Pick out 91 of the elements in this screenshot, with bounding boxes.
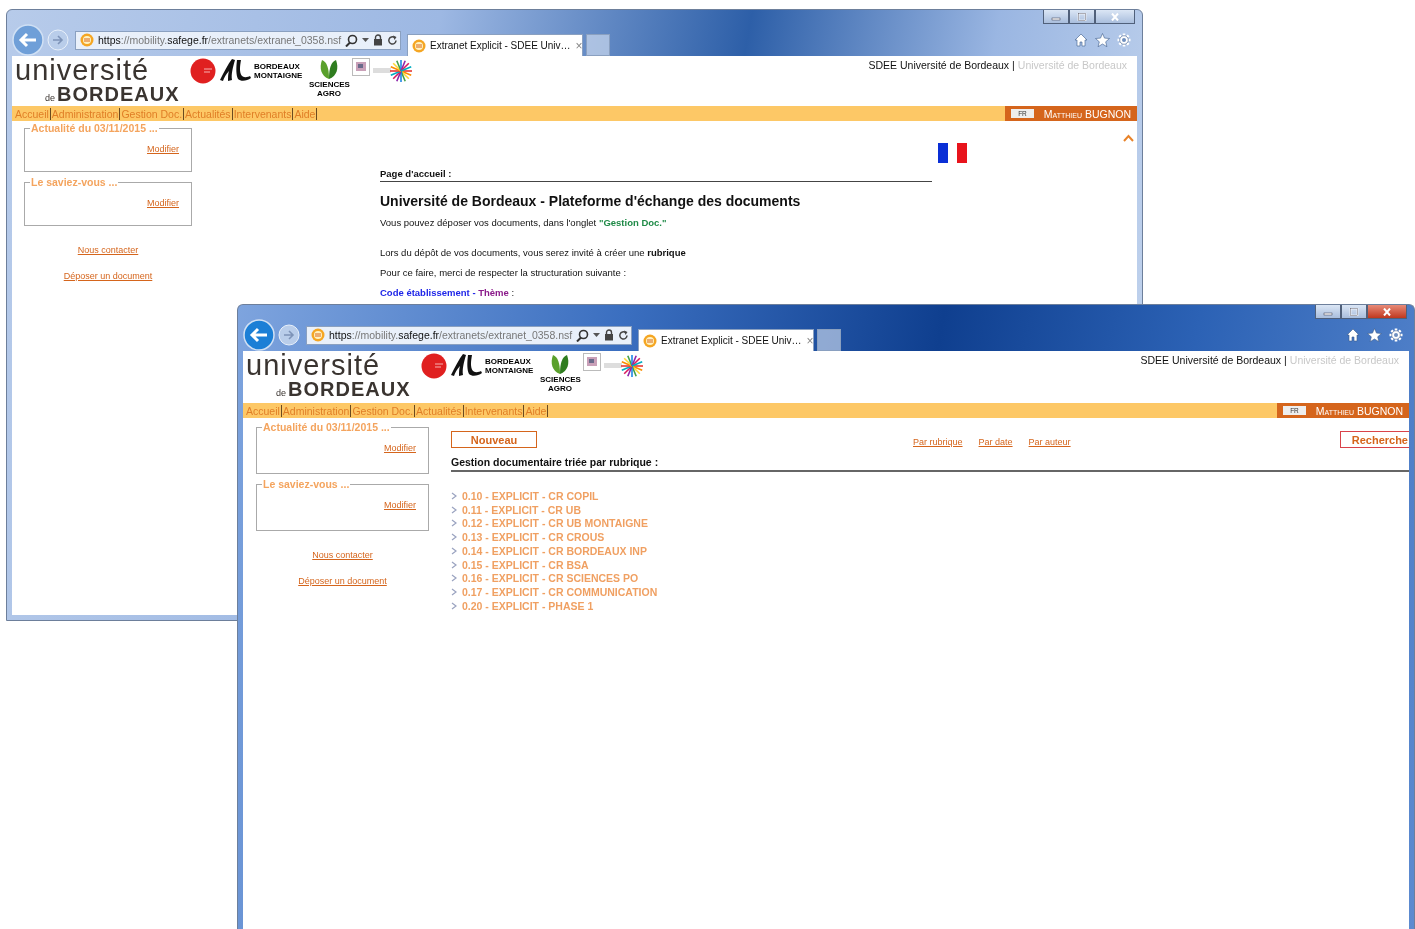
category-link[interactable]: 0.12 - EXPLICIT - CR UB MONTAIGNE [462, 517, 648, 530]
refresh-icon[interactable] [618, 329, 630, 341]
menu-item[interactable]: Accueil [14, 107, 51, 120]
menu-item[interactable]: Intervenants [232, 107, 294, 120]
menu-item[interactable]: Administration [281, 404, 352, 417]
logo-text: BORDEAUX [57, 83, 180, 105]
browser-tab[interactable]: Extranet Explicit - SDEE Univ… × [638, 329, 814, 351]
address-field[interactable]: https://mobility.safege.fr/extranets/extranet_0358.nsf [306, 325, 632, 345]
brush-logo-icon [450, 353, 482, 377]
logo-text: de [45, 93, 55, 103]
paragraph: Vous pouvez déposer vos documents, dans l'onglet "Gestion Doc." [380, 217, 668, 229]
sort-link[interactable]: Par auteur [1028, 436, 1071, 447]
sort-link[interactable]: Par rubrique [913, 436, 963, 447]
flag-icon [938, 143, 967, 163]
logo-text: SCIENCES AGRO [540, 375, 580, 393]
panel-title: Le saviez-vous ... [30, 176, 119, 188]
menu-item[interactable]: Actualités [415, 404, 464, 417]
maximize-icon [1349, 307, 1359, 316]
site-icon [80, 33, 94, 47]
home-icon[interactable] [1346, 328, 1360, 342]
menu-item[interactable]: Gestion Doc. [351, 404, 416, 417]
close-tab-button[interactable]: × [805, 333, 815, 348]
settings-icon[interactable] [1389, 328, 1403, 342]
sidebar-link[interactable]: Déposer un document [298, 576, 387, 586]
burst-logo-icon [373, 58, 413, 84]
search-icon[interactable] [576, 328, 590, 342]
category-link[interactable]: 0.17 - EXPLICIT - CR COMMUNICATION [462, 586, 658, 599]
menu-item[interactable]: Gestion Doc. [120, 107, 185, 120]
category-link[interactable]: 0.14 - EXPLICIT - CR BORDEAUX INP [462, 544, 647, 557]
round-logo-icon [421, 353, 447, 379]
user-name[interactable]: Matthieu BUGNON [1043, 107, 1131, 120]
round-logo-icon [190, 58, 216, 84]
category-link[interactable]: 0.20 - EXPLICIT - PHASE 1 [462, 599, 594, 612]
lock-icon [604, 329, 615, 341]
menu-item[interactable]: Aide [524, 404, 549, 417]
site-icon [412, 38, 426, 53]
separator-text: | [1012, 59, 1015, 71]
category-link[interactable]: 0.10 - EXPLICIT - CR COPIL [462, 489, 599, 502]
menu-item[interactable]: Actualités [184, 107, 233, 120]
separator-text: | [1284, 354, 1287, 366]
logo-text: SCIENCES AGRO [309, 80, 349, 98]
edit-link[interactable]: Modifier [147, 198, 179, 208]
sort-link[interactable]: Par date [978, 436, 1013, 447]
maximize-button[interactable] [1341, 305, 1367, 319]
back-icon[interactable] [243, 319, 275, 351]
lock-icon [373, 34, 384, 46]
logo-text: BORDEAUX [288, 378, 411, 400]
new-button[interactable]: Nouveau [451, 431, 537, 448]
sidebar-link[interactable]: Nous contacter [312, 550, 373, 560]
caret-icon[interactable] [593, 332, 601, 338]
page-title: Université de Bordeaux - Plateforme d'échange des documents [380, 193, 802, 209]
menu-item[interactable]: Administration [50, 107, 121, 120]
logo-text: de [276, 388, 286, 398]
edit-link[interactable]: Modifier [147, 144, 179, 154]
section-heading: Page d'accueil : [380, 168, 932, 182]
close-button[interactable] [1367, 305, 1407, 319]
maximize-icon [1077, 12, 1087, 21]
star-icon[interactable] [1367, 328, 1382, 342]
edit-link[interactable]: Modifier [384, 443, 416, 453]
site-icon [311, 328, 325, 342]
paragraph: Code établissement - Thème : [380, 287, 516, 299]
search-button[interactable]: Recherche [1339, 431, 1409, 448]
category-link[interactable]: 0.15 - EXPLICIT - CR BSA [462, 558, 589, 571]
minimize-button[interactable] [1315, 305, 1341, 319]
close-icon [1382, 307, 1392, 316]
category-link[interactable]: 0.11 - EXPLICIT - CR UB [462, 503, 582, 516]
logo-text: BORDEAUX MONTAIGNE [254, 61, 304, 80]
section-heading: Gestion documentaire triée par rubrique : [451, 456, 1409, 472]
panel-title: Le saviez-vous ... [262, 478, 351, 490]
paragraph: Lors du dépôt de vos documents, vous serez invité à créer une rubrique [380, 247, 687, 259]
leaf-logo-icon [550, 353, 570, 375]
menu-item[interactable]: Intervenants [463, 404, 525, 417]
close-icon [1110, 12, 1120, 21]
panel-title: Actualité du 03/11/2015 ... [30, 122, 159, 134]
menu-item[interactable]: Accueil [245, 404, 282, 417]
edit-link[interactable]: Modifier [384, 500, 416, 510]
burst-logo-icon [604, 353, 644, 379]
logo-text: université [246, 352, 382, 378]
menu-item[interactable]: Aide [293, 107, 318, 120]
category-link[interactable]: 0.16 - EXPLICIT - CR SCIENCES PO [462, 572, 639, 585]
logo-text: BORDEAUX MONTAIGNE [485, 356, 535, 375]
category-link[interactable]: 0.13 - EXPLICIT - CR CROUS [462, 531, 605, 544]
site-title: SDEE Université de Bordeaux [1140, 354, 1282, 366]
leaf-logo-icon [319, 58, 339, 80]
user-name[interactable]: Matthieu BUGNON [1315, 404, 1403, 417]
panel-title: Actualité du 03/11/2015 ... [262, 421, 391, 433]
brush-logo-icon [219, 58, 251, 82]
site-title: SDEE Université de Bordeaux [868, 59, 1010, 71]
site-icon [643, 333, 657, 348]
logo-text: université [15, 57, 151, 83]
paragraph: Pour ce faire, merci de respecter la structuration suivante : [380, 267, 628, 279]
